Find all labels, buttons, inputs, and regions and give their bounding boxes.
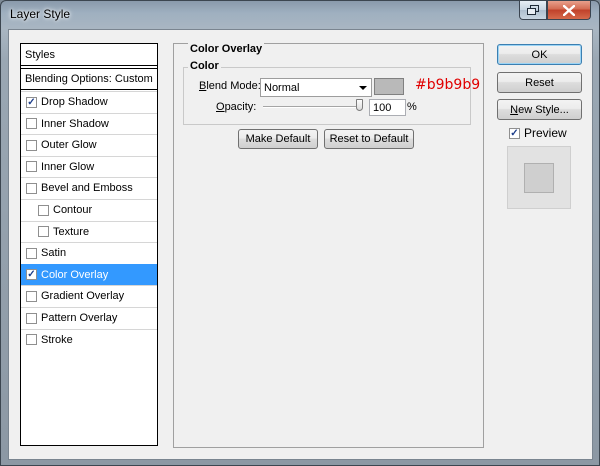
reset-to-default-button[interactable]: Reset to Default [324,129,414,149]
style-item[interactable]: Bevel and Emboss [21,177,157,198]
blend-mode-select[interactable]: Normal [260,78,372,97]
ok-button[interactable]: OK [497,44,582,65]
reset-button[interactable]: Reset [497,72,582,93]
close-icon [563,4,575,16]
style-checkbox[interactable] [26,182,37,194]
style-item[interactable]: Outer Glow [21,134,157,155]
opacity-input[interactable]: 100 [369,99,406,116]
style-item-label: Texture [53,225,90,238]
style-item[interactable]: Pattern Overlay [21,307,157,328]
style-item-label: Inner Shadow [41,117,109,130]
style-item[interactable]: Stroke [21,328,157,350]
style-item-label: Drop Shadow [41,96,108,108]
style-checkbox[interactable] [26,334,37,346]
preview-toggle[interactable]: ✓ Preview [509,126,567,140]
style-item-label: Contour [53,204,93,216]
restore-icon [527,5,539,15]
layer-style-dialog: Layer Style Styles Blending Options: Cus… [0,0,600,466]
style-checkbox[interactable] [26,247,37,259]
new-style-label: ew Style... [518,103,569,116]
style-item-label: Gradient Overlay [41,290,125,303]
style-item[interactable]: Contour [21,199,157,220]
blend-mode-value: Normal [264,82,300,94]
style-item[interactable]: Inner Shadow [21,112,157,134]
dialog-client-area: Styles Blending Options: Custom ✓ Drop Sh… [8,29,593,460]
style-checkbox[interactable] [38,204,49,216]
opacity-label: Opacity: [216,101,257,113]
style-item[interactable]: ✓ Color Overlay [21,263,157,285]
style-checkbox[interactable] [38,226,49,238]
style-checkbox[interactable] [26,161,37,173]
restore-button[interactable] [519,1,547,20]
preview-swatch [524,163,554,193]
color-overlay-title: Color Overlay [188,43,265,55]
title-bar[interactable]: Layer Style [1,1,599,29]
style-item-label: Pattern Overlay [41,312,118,324]
opacity-slider-thumb[interactable] [356,99,363,111]
blend-mode-label: Blend Mode: [199,80,261,92]
styles-list: Styles Blending Options: Custom ✓ Drop Sh… [20,43,158,446]
window-title: Layer Style [10,7,71,21]
blend-mode-label-text: lend Mode: [206,80,261,92]
color-subgroup-title: Color [188,60,221,72]
style-checkbox[interactable] [26,290,37,302]
style-item-label: Color Overlay [41,268,109,281]
style-item[interactable]: Texture [21,220,157,242]
style-checkbox[interactable]: ✓ [26,269,37,281]
style-checkbox[interactable]: ✓ [26,96,37,108]
style-item-label: Stroke [41,333,73,346]
style-item-label: Inner Glow [41,160,95,173]
overlay-color-swatch[interactable] [374,78,404,95]
opacity-label-text: pacity: [224,101,257,113]
style-item[interactable]: ✓ Drop Shadow [21,91,157,112]
opacity-slider-track[interactable] [263,106,360,108]
style-checkbox[interactable] [26,139,37,151]
close-button[interactable] [547,1,591,20]
preview-thumbnail [507,146,571,209]
chevron-down-icon [359,86,367,90]
style-item[interactable]: Gradient Overlay [21,285,157,306]
preview-checkbox[interactable]: ✓ [509,127,520,139]
style-item[interactable]: Satin [21,242,157,263]
style-checkbox[interactable] [26,312,37,324]
styles-header[interactable]: Styles [21,44,157,66]
swatch-hex-label: #b9b9b9 [415,77,481,93]
style-item-label: Satin [41,247,67,260]
make-default-button[interactable]: Make Default [238,129,318,149]
style-item-label: Outer Glow [41,139,97,152]
style-item-label: Bevel and Emboss [41,182,133,195]
opacity-unit: % [407,101,417,113]
blending-options-item[interactable]: Blending Options: Custom [21,68,157,90]
preview-label: Preview [524,126,567,140]
style-checkbox[interactable] [26,118,37,130]
new-style-button[interactable]: New Style... [497,99,582,120]
style-item[interactable]: Inner Glow [21,155,157,177]
